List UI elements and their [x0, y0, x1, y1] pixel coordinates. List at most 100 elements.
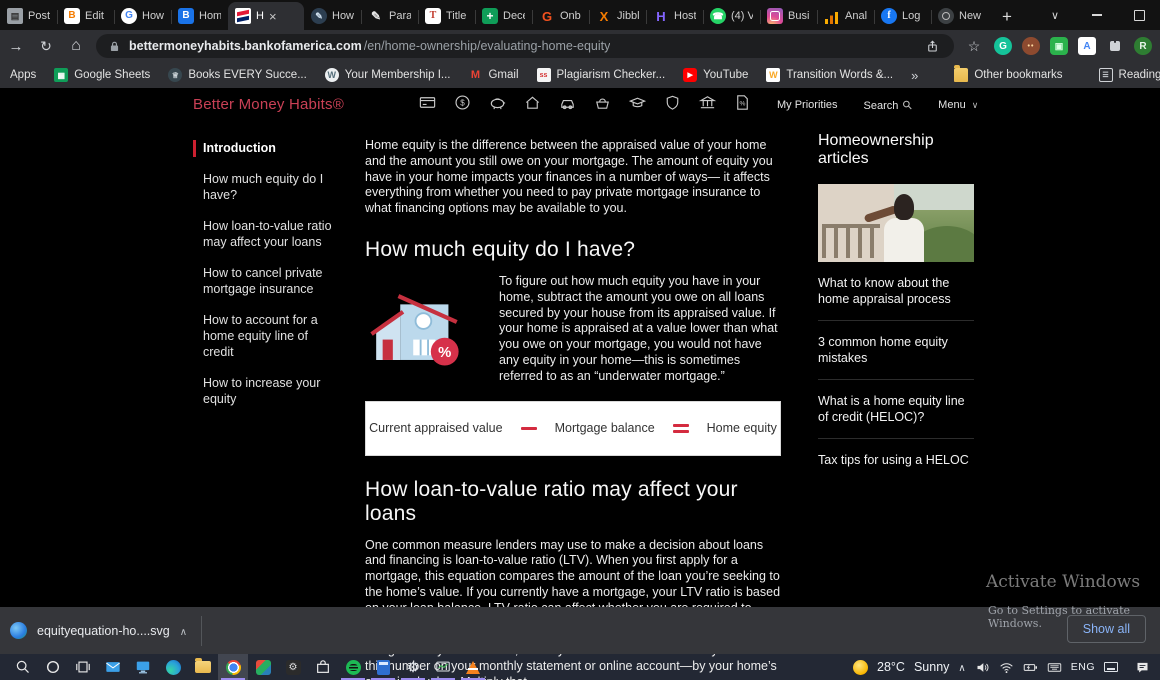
sidebar-item-cancel-pmi[interactable]: How to cancel private mortgage insurance	[193, 265, 341, 297]
article-link-heloc[interactable]: What is a home equity line of credit (HE…	[818, 380, 974, 439]
file-explorer-icon[interactable]	[188, 654, 218, 680]
tab-whatsapp[interactable]: (4) V	[703, 2, 760, 30]
forward-button[interactable]	[6, 38, 26, 55]
other-bookmarks-folder[interactable]: Other bookmarks	[954, 68, 1062, 82]
tab-how[interactable]: How	[114, 2, 171, 30]
graduation-cap-icon[interactable]	[628, 93, 647, 112]
dark-utility-app-icon[interactable]	[278, 654, 308, 680]
dollar-coin-icon[interactable]: $	[453, 93, 472, 112]
sidebar-item-heloc[interactable]: How to account for a home equity line of…	[193, 312, 341, 360]
tab-jibble[interactable]: Jibbl	[589, 2, 646, 30]
profile-avatar[interactable]: R	[1134, 37, 1152, 55]
my-priorities-link[interactable]: My Priorities	[777, 99, 838, 111]
menu-link[interactable]: Menu	[938, 99, 978, 111]
tab-facebook-login[interactable]: Log	[874, 2, 931, 30]
bookmark-gmail[interactable]: Gmail	[468, 68, 518, 82]
translate-extension-icon[interactable]	[1078, 37, 1096, 55]
tab-onb[interactable]: Onb	[532, 2, 589, 30]
extensions-puzzle-icon[interactable]	[1106, 37, 1124, 55]
keyboard-icon[interactable]	[1047, 660, 1062, 675]
grammarly-extension-icon[interactable]	[994, 37, 1012, 55]
article-link-tax-tips[interactable]: Tax tips for using a HELOC	[818, 439, 974, 481]
tab-edit[interactable]: Edit	[57, 2, 114, 30]
sidebar-item-ltv-ratio[interactable]: How loan-to-value ratio may affect your …	[193, 218, 341, 250]
address-bar[interactable]: bettermoneyhabits.bankofamerica.com/en/h…	[96, 34, 954, 58]
search-link[interactable]: Search	[864, 98, 913, 112]
tab-hostinger[interactable]: Host	[646, 2, 703, 30]
mail-icon[interactable]	[98, 654, 128, 680]
article-link-appraisal[interactable]: What to know about the home appraisal pr…	[818, 262, 974, 321]
tab-dece[interactable]: Dece	[475, 2, 532, 30]
calculator-icon[interactable]	[368, 654, 398, 680]
sidebar-item-how-much-equity[interactable]: How much equity do I have?	[193, 171, 341, 203]
weather-description[interactable]: Sunny	[914, 660, 949, 674]
task-view-icon[interactable]	[68, 654, 98, 680]
bookmark-plagiarism[interactable]: Plagiarism Checker...	[537, 68, 666, 82]
action-center-icon[interactable]	[1135, 660, 1150, 675]
bookmark-membership[interactable]: Your Membership I...	[325, 68, 451, 82]
car-icon[interactable]	[558, 93, 577, 112]
tab-business[interactable]: Busi	[760, 2, 817, 30]
volume-icon[interactable]	[975, 660, 990, 675]
new-tab-button[interactable]	[994, 4, 1020, 30]
cortana-icon[interactable]	[38, 654, 68, 680]
vlc-icon[interactable]	[458, 654, 488, 680]
hidden-icons-chevron[interactable]	[958, 660, 965, 674]
settings-gear-icon[interactable]	[398, 654, 428, 680]
shield-icon[interactable]	[663, 93, 682, 112]
bookmark-apps[interactable]: Apps	[10, 69, 36, 81]
tab-analytics[interactable]: Anal	[817, 2, 874, 30]
home-button[interactable]	[66, 37, 86, 55]
bookmark-youtube[interactable]: YouTube	[683, 68, 748, 82]
performance-monitor-icon[interactable]	[428, 654, 458, 680]
house-icon[interactable]	[523, 93, 542, 112]
credit-card-icon[interactable]	[418, 93, 437, 112]
touch-keyboard-icon[interactable]	[1104, 662, 1118, 672]
download-caret-icon[interactable]	[180, 622, 187, 640]
bookmark-star-icon[interactable]	[964, 36, 984, 56]
weather-temperature[interactable]: 28°C	[877, 660, 905, 674]
reading-list[interactable]: Reading l	[1099, 68, 1160, 82]
taskbar-search-icon[interactable]	[8, 654, 38, 680]
minimize-button[interactable]	[1076, 0, 1118, 30]
wifi-icon[interactable]	[999, 660, 1014, 675]
chrome-taskbar-icon[interactable]	[218, 654, 248, 680]
edge-icon[interactable]	[158, 654, 188, 680]
battery-plug-icon[interactable]	[1023, 660, 1038, 675]
tab-active-home-equity[interactable]: H	[228, 2, 304, 30]
tab-post[interactable]: Post	[0, 2, 57, 30]
article-link-mistakes[interactable]: 3 common home equity mistakes	[818, 321, 974, 380]
bank-building-icon[interactable]	[698, 93, 717, 112]
sidebar-item-introduction[interactable]: Introduction	[193, 140, 341, 156]
tab-para[interactable]: Para	[361, 2, 418, 30]
sidebar-item-increase-equity[interactable]: How to increase your equity	[193, 375, 341, 407]
basket-icon[interactable]	[593, 93, 612, 112]
bookmark-books[interactable]: Books EVERY Succe...	[168, 68, 306, 82]
close-icon[interactable]	[269, 9, 277, 24]
sun-weather-icon[interactable]	[853, 660, 868, 675]
restore-button[interactable]	[1118, 0, 1160, 30]
owl-extension-icon[interactable]	[1022, 37, 1040, 55]
tab-hom[interactable]: Hom	[171, 2, 228, 30]
tab-how-2[interactable]: How	[304, 2, 361, 30]
spotify-icon[interactable]	[338, 654, 368, 680]
sheets-icon	[54, 68, 68, 82]
share-icon[interactable]	[922, 36, 942, 56]
document-percent-icon[interactable]: %	[733, 93, 752, 112]
download-item[interactable]: equityequation-ho....svg	[0, 607, 201, 654]
game-app-icon[interactable]	[248, 654, 278, 680]
language-indicator[interactable]: ENG	[1071, 661, 1095, 673]
my-computer-icon[interactable]	[128, 654, 158, 680]
microsoft-store-icon[interactable]	[308, 654, 338, 680]
tab-search-chevron-icon[interactable]	[1034, 0, 1076, 30]
bookmarks-overflow-chevron[interactable]	[911, 68, 918, 83]
bookmark-google-sheets[interactable]: Google Sheets	[54, 68, 150, 82]
green-extension-icon[interactable]	[1050, 37, 1068, 55]
home-appraisal-photo[interactable]	[818, 184, 974, 262]
reload-button[interactable]	[36, 38, 56, 55]
piggy-bank-icon[interactable]	[488, 93, 507, 112]
tab-title[interactable]: Title	[418, 2, 475, 30]
tab-new[interactable]: New	[931, 2, 988, 30]
better-money-habits-logo[interactable]: Better Money Habits®	[193, 96, 344, 113]
bookmark-transition-words[interactable]: Transition Words &...	[766, 68, 893, 82]
